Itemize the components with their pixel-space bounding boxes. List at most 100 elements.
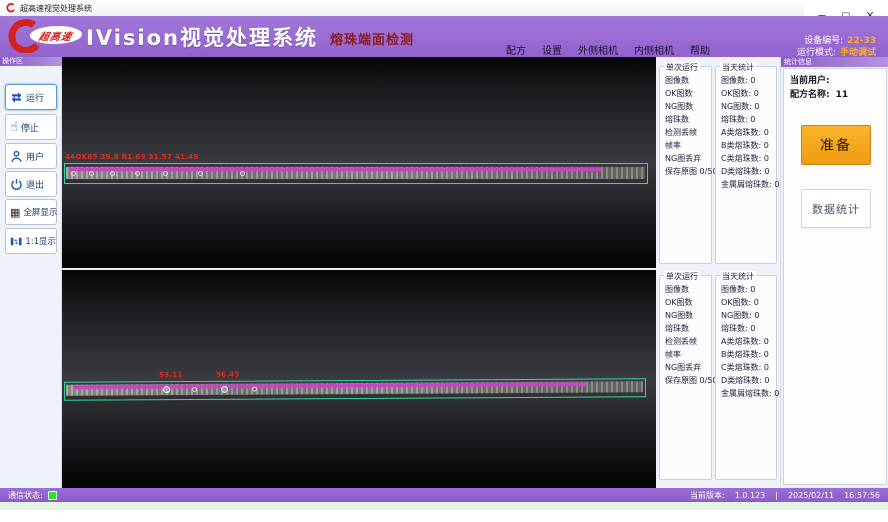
app-title: IVision视觉处理系统: [86, 22, 318, 52]
window-titlebar: 超高速视觉处理系统: [0, 0, 888, 16]
stat-row: NG图丢弃: [665, 362, 701, 373]
measurement-annotation: 44OK85 39.8 R1.69 31.57 41.49: [65, 153, 199, 161]
desktop-background: [0, 510, 888, 522]
stat-row: 保存原图 0/500: [665, 375, 723, 386]
stat-row: 图像数: 0: [721, 284, 755, 295]
stat-row: NG图数: 0: [721, 310, 760, 321]
single-run-group-top: 单次运行 图像数 OK图数 NG图数 熔珠数 检测丢帧 帧率 NG图丢弃 保存原…: [659, 66, 712, 264]
recipe-name: 配方名称:11: [790, 87, 848, 100]
current-user: 当前用户:: [790, 73, 836, 86]
stat-row: D类熔珠数: 0: [721, 375, 770, 386]
stat-row: NG图丢弃: [665, 153, 701, 164]
app-logo-icon: [6, 3, 16, 13]
stat-row: 熔珠数: [665, 323, 689, 334]
menu-outer-camera[interactable]: 外侧相机: [578, 42, 618, 57]
bead-marker: [221, 386, 228, 393]
detect-line: [69, 168, 601, 171]
app-header: 超高速 IVision视觉处理系统 熔珠端面检测 配方 设置 外侧相机 内侧相机…: [0, 16, 888, 57]
stat-row: A类熔珠数: 0: [721, 336, 769, 347]
bead-marker: [135, 171, 140, 176]
window-title: 超高速视觉处理系统: [20, 3, 92, 14]
stat-row: C类熔珠数: 0: [721, 362, 769, 373]
statistics-column: 单次运行 图像数 OK图数 NG图数 熔珠数 检测丢帧 帧率 NG图丢弃 保存原…: [656, 57, 780, 488]
exit-button[interactable]: 退出: [5, 171, 57, 197]
stat-row: NG图数: 0: [721, 101, 760, 112]
app-window: 超高速视觉处理系统 − ◻ ✕ 超高速 IVision视觉处理系统 熔珠端面检测…: [0, 0, 888, 522]
single-run-group-bottom: 单次运行 图像数 OK图数 NG图数 熔珠数 检测丢帧 帧率 NG图丢弃 保存原…: [659, 275, 712, 480]
menu-help[interactable]: 帮助: [690, 42, 710, 57]
info-panel: 统计信息 当前用户: 配方名称:11 准备 数据统计: [780, 57, 888, 488]
date-value: 2025/02/11: [788, 491, 834, 500]
stat-row: 图像数: 0: [721, 75, 755, 86]
app-subtitle: 熔珠端面检测: [330, 29, 414, 48]
operation-sidebar: 操作区 运行 ☝ 停止 用户 退出: [0, 57, 62, 488]
bead-marker: [252, 387, 257, 392]
stat-row: 保存原图 0/500: [665, 166, 723, 177]
menu-settings[interactable]: 设置: [542, 42, 562, 57]
stat-row: B类熔珠数: 0: [721, 349, 769, 360]
stat-row: 图像数: [665, 284, 689, 295]
comm-status-label: 通信状态:: [8, 490, 43, 501]
measurement-label: 56.43: [216, 371, 240, 379]
stat-row: NG图数: [665, 101, 693, 112]
stat-row: 检测丢帧: [665, 127, 697, 138]
prepare-button[interactable]: 准备: [801, 125, 871, 165]
status-bar: 通信状态: 当前版本: 1.0.123 | 2025/02/11 16:57:5…: [0, 488, 888, 502]
stat-row: 熔珠数: 0: [721, 114, 755, 125]
menu-recipe[interactable]: 配方: [506, 42, 526, 57]
stat-row: C类熔珠数: 0: [721, 153, 769, 164]
power-icon: [10, 178, 23, 191]
bead-marker: [240, 171, 245, 176]
bead-marker: [71, 171, 76, 176]
data-statistics-button[interactable]: 数据统计: [801, 189, 871, 228]
outer-camera-view[interactable]: 44OK85 39.8 R1.69 31.57 41.49: [62, 57, 656, 268]
stat-row: 帧率: [665, 140, 681, 151]
bead-marker: [89, 171, 94, 176]
stat-row: 金属屑熔珠数: 0: [721, 388, 779, 399]
stat-row: 金属屑熔珠数: 0: [721, 179, 779, 190]
sidebar-title: 操作区: [0, 57, 62, 66]
brand-text: 超高速: [38, 28, 74, 43]
version-label: 当前版本:: [690, 490, 725, 501]
bead-marker: [163, 171, 168, 176]
bead-marker: [192, 387, 197, 392]
fullscreen-button[interactable]: ▦ 全屏显示: [5, 199, 57, 225]
bead-marker: [198, 171, 203, 176]
stat-row: 检测丢帧: [665, 336, 697, 347]
bottom-accent-band: [0, 502, 888, 510]
version-and-time: 当前版本: 1.0.123 | 2025/02/11 16:57:56: [690, 490, 880, 501]
stat-row: 图像数: [665, 75, 689, 86]
fullscreen-grid-icon: ▦: [10, 207, 20, 218]
today-stats-group-top: 当天统计 图像数: 0 OK图数: 0 NG图数: 0 熔珠数: 0 A类熔珠数…: [715, 66, 777, 264]
main-menu: 配方 设置 外侧相机 内侧相机 帮助: [506, 42, 710, 57]
stat-row: OK图数: [665, 297, 693, 308]
bead-marker: [110, 171, 115, 176]
stat-row: 熔珠数: [665, 114, 689, 125]
stat-row: OK图数: 0: [721, 88, 759, 99]
camera-divider: [62, 268, 656, 270]
stat-row: D类熔珠数: 0: [721, 166, 770, 177]
today-stats-group-bottom: 当天统计 图像数: 0 OK图数: 0 NG图数: 0 熔珠数: 0 A类熔珠数…: [715, 275, 777, 480]
stat-row: OK图数: 0: [721, 297, 759, 308]
stat-row: 熔珠数: 0: [721, 323, 755, 334]
measurement-label: 53.11: [159, 371, 183, 379]
menu-inner-camera[interactable]: 内侧相机: [634, 42, 674, 57]
run-loop-icon: [10, 91, 23, 104]
one-to-one-icon: [10, 235, 22, 248]
one-to-one-button[interactable]: 1:1显示: [5, 228, 57, 254]
user-icon: [10, 150, 23, 163]
bead-marker: [163, 386, 170, 393]
inner-camera-view[interactable]: 53.11 56.43: [62, 270, 656, 488]
separator: |: [775, 491, 778, 500]
stop-button[interactable]: ☝ 停止: [5, 114, 57, 140]
run-button[interactable]: 运行: [5, 84, 57, 110]
stat-row: NG图数: [665, 310, 693, 321]
camera-view-area: 44OK85 39.8 R1.69 31.57 41.49 53.11 56.4…: [62, 57, 656, 488]
comm-status-indicator: [48, 491, 57, 500]
stop-hand-icon: ☝: [10, 121, 18, 134]
stat-row: OK图数: [665, 88, 693, 99]
stat-row: 帧率: [665, 349, 681, 360]
info-panel-title: 统计信息: [781, 57, 888, 67]
stat-row: B类熔珠数: 0: [721, 140, 769, 151]
user-button[interactable]: 用户: [5, 143, 57, 169]
